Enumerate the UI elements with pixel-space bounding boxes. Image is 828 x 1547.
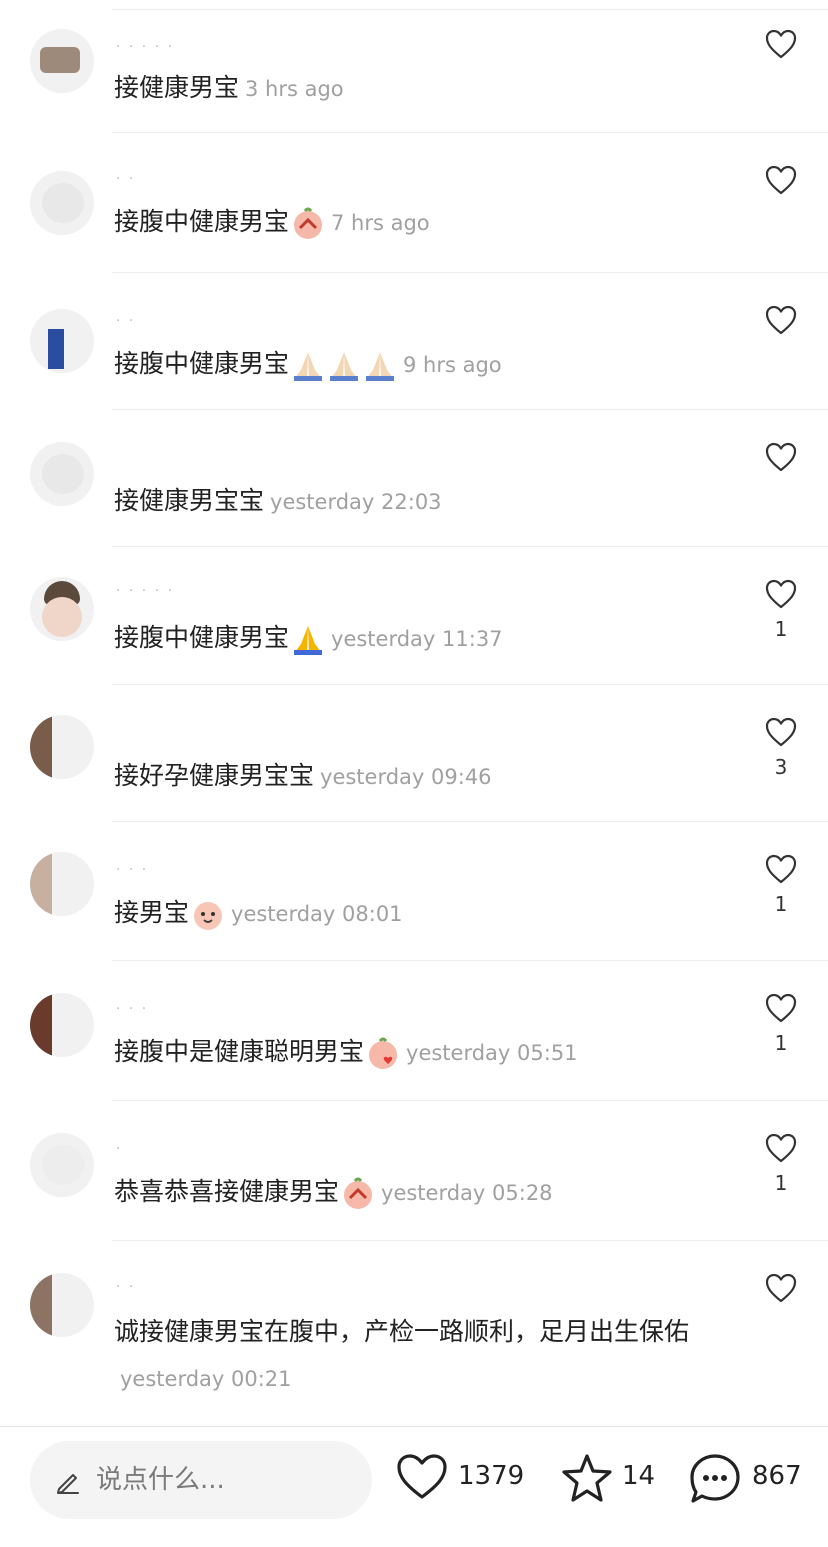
- like-button[interactable]: 1379: [396, 1447, 526, 1511]
- comment-item[interactable]: · · · · · 接腹中健康男宝 yesterday 11:37 1: [0, 547, 828, 685]
- user-avatar[interactable]: [30, 993, 94, 1057]
- heart-icon[interactable]: [765, 717, 797, 747]
- comment-time: yesterday 00:21: [120, 1367, 292, 1391]
- comment-time: yesterday 22:03: [270, 490, 442, 514]
- username-blurred[interactable]: ·: [116, 1141, 256, 1157]
- like-total: 1379: [458, 1461, 525, 1491]
- smile-face-icon: [191, 897, 225, 931]
- comment-body: 接腹中是健康聪明男宝: [114, 1037, 365, 1066]
- user-avatar[interactable]: [30, 852, 94, 916]
- comment-body: 接男宝: [114, 898, 190, 927]
- favorite-button[interactable]: 14: [560, 1447, 660, 1511]
- username-blurred[interactable]: · · ·: [116, 862, 256, 878]
- comment-item[interactable]: · · · 接男宝 yesterday 08:01 1: [0, 822, 828, 961]
- comment-input-placeholder: 说点什么...: [96, 1465, 225, 1495]
- comment-item[interactable]: · · 接腹中健康男宝 9 hrs ago: [0, 273, 828, 410]
- comment-body: 接健康男宝: [114, 73, 240, 102]
- comment-time: yesterday 05:28: [381, 1181, 553, 1205]
- comment-body: 接健康男宝宝: [114, 486, 265, 515]
- heart-icon[interactable]: [765, 305, 797, 335]
- username-blurred[interactable]: [116, 446, 256, 460]
- comment-item[interactable]: · · · 接腹中是健康聪明男宝 yesterday 05:51 1: [0, 961, 828, 1101]
- like-count: 1: [774, 1171, 788, 1195]
- comment-item[interactable]: · 恭喜恭喜接健康男宝 yesterday 05:28 1: [0, 1101, 828, 1241]
- username-blurred[interactable]: · ·: [116, 171, 256, 187]
- comment-time: yesterday 05:51: [406, 1041, 578, 1065]
- chat-bubble-icon: [690, 1454, 740, 1503]
- heart-icon[interactable]: [765, 1273, 797, 1303]
- comment-text[interactable]: 接腹中健康男宝 7 hrs ago: [114, 199, 732, 246]
- comment-text[interactable]: 接腹中健康男宝 9 hrs ago: [114, 341, 732, 388]
- folded-hands-icon: [363, 348, 397, 382]
- heart-icon[interactable]: [765, 1133, 797, 1163]
- folded-hands-icon: [291, 622, 325, 656]
- comment-input[interactable]: 说点什么...: [30, 1441, 372, 1519]
- comment-item[interactable]: · · 诚接健康男宝在腹中，产检一路顺利，足月出生保佑 yesterday 00:…: [0, 1241, 828, 1426]
- user-avatar[interactable]: [30, 577, 94, 641]
- username-blurred[interactable]: · ·: [116, 313, 256, 329]
- heart-icon[interactable]: [765, 442, 797, 472]
- heart-icon: [397, 1454, 447, 1499]
- username-blurred[interactable]: · ·: [116, 1279, 256, 1295]
- comment-item[interactable]: 接健康男宝宝 yesterday 22:03: [0, 410, 828, 547]
- comment-time: yesterday 09:46: [320, 765, 492, 789]
- comment-text[interactable]: 接好孕健康男宝宝 yesterday 09:46: [114, 753, 732, 800]
- username-blurred[interactable]: · · · · ·: [116, 583, 256, 599]
- comment-text[interactable]: 接腹中健康男宝 yesterday 11:37: [114, 615, 732, 662]
- comment-body: 接腹中健康男宝: [114, 623, 290, 652]
- comment-item[interactable]: 接好孕健康男宝宝 yesterday 09:46 3: [0, 685, 828, 822]
- username-blurred[interactable]: [116, 721, 256, 735]
- comment-body: 接腹中健康男宝: [114, 349, 290, 378]
- comment-text[interactable]: 恭喜恭喜接健康男宝 yesterday 05:28: [114, 1169, 732, 1216]
- heart-icon[interactable]: [765, 29, 797, 59]
- comment-time: yesterday 08:01: [231, 902, 403, 926]
- pray-emoji-icon: [291, 206, 325, 240]
- user-avatar[interactable]: [30, 29, 94, 93]
- comment-text[interactable]: 接健康男宝 3 hrs ago: [114, 65, 732, 112]
- username-blurred[interactable]: · · · · ·: [116, 39, 256, 55]
- pen-icon: [57, 1474, 79, 1494]
- like-count: 1: [774, 892, 788, 916]
- favorite-total: 14: [622, 1461, 656, 1491]
- user-avatar[interactable]: [30, 715, 94, 779]
- user-avatar[interactable]: [30, 171, 94, 235]
- comment-body: 诚接健康男宝在腹中，产检一路顺利，足月出生保佑: [114, 1317, 690, 1346]
- comment-body: 接好孕健康男宝宝: [114, 761, 315, 790]
- comment-text[interactable]: 诚接健康男宝在腹中，产检一路顺利，足月出生保佑 yesterday 00:21: [114, 1309, 732, 1402]
- heart-icon[interactable]: [765, 165, 797, 195]
- comment-button[interactable]: 867: [688, 1447, 808, 1511]
- comment-item[interactable]: · · 接腹中健康男宝 7 hrs ago: [0, 133, 828, 273]
- user-avatar[interactable]: [30, 1133, 94, 1197]
- like-count: 1: [774, 617, 788, 641]
- like-count: 1: [774, 1031, 788, 1055]
- comment-total: 867: [752, 1461, 802, 1491]
- comment-time: 7 hrs ago: [331, 211, 430, 235]
- comment-list[interactable]: · · · · · 接健康男宝 3 hrs ago · · 接腹中健康男宝 7 hr…: [0, 0, 828, 1426]
- comment-time: 9 hrs ago: [403, 353, 502, 377]
- pray-emoji-icon: [341, 1176, 375, 1210]
- comment-text[interactable]: 接腹中是健康聪明男宝 yesterday 05:51: [114, 1029, 732, 1076]
- user-avatar[interactable]: [30, 1273, 94, 1337]
- folded-hands-icon: [327, 348, 361, 382]
- heart-icon[interactable]: [765, 993, 797, 1023]
- comment-time: yesterday 11:37: [331, 627, 503, 651]
- comment-text[interactable]: 接健康男宝宝 yesterday 22:03: [114, 478, 732, 525]
- comment-time: 3 hrs ago: [245, 77, 344, 101]
- comment-text[interactable]: 接男宝 yesterday 08:01: [114, 890, 732, 937]
- heart-icon[interactable]: [765, 579, 797, 609]
- folded-hands-icon: [291, 348, 325, 382]
- like-count: 3: [774, 755, 788, 779]
- comment-body: 恭喜恭喜接健康男宝: [114, 1177, 340, 1206]
- heart-icon[interactable]: [765, 854, 797, 884]
- user-avatar[interactable]: [30, 442, 94, 506]
- kiss-emoji-icon: [366, 1036, 400, 1070]
- comment-body: 接腹中健康男宝: [114, 207, 290, 236]
- username-blurred[interactable]: · · ·: [116, 1001, 256, 1017]
- bottom-action-bar: 说点什么... 1379 14 867: [0, 1426, 828, 1547]
- star-icon: [562, 1454, 612, 1502]
- comment-item[interactable]: · · · · · 接健康男宝 3 hrs ago: [0, 9, 828, 133]
- user-avatar[interactable]: [30, 309, 94, 373]
